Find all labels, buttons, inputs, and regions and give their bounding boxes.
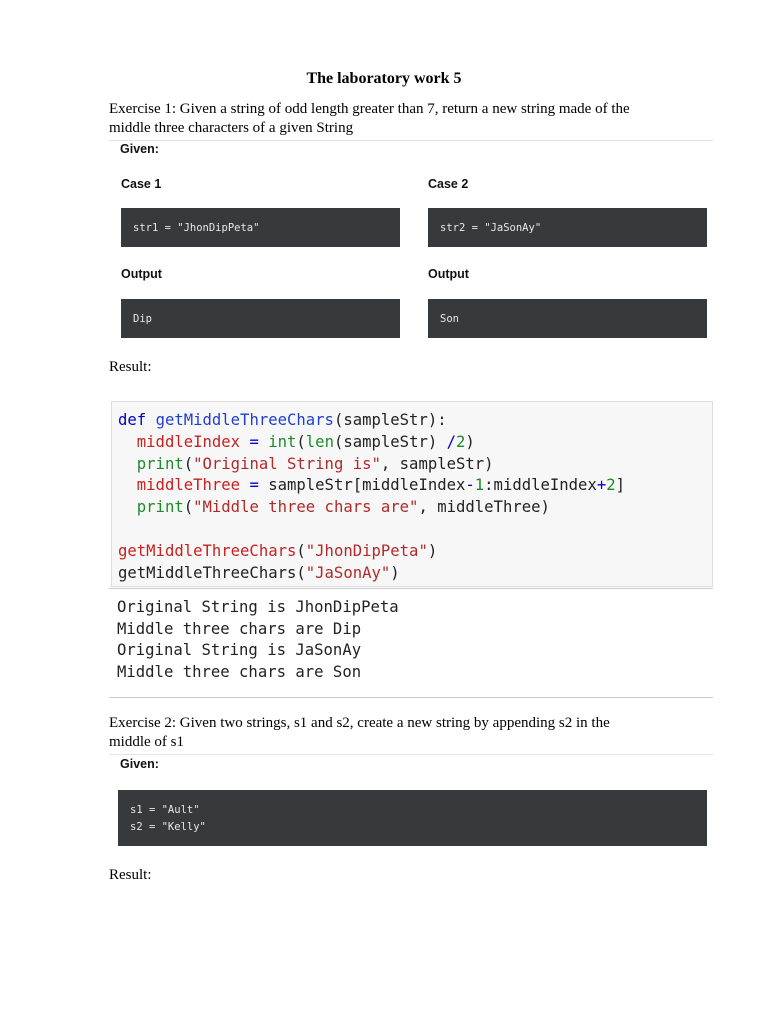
exercise2-given-box: s1 = "Ault" s2 = "Kelly" xyxy=(118,790,707,846)
output-line: Original String is JaSonAy xyxy=(117,641,362,660)
exercise2-given-label: Given: xyxy=(120,757,159,771)
exercise1-text-line2: middle three characters of a given Strin… xyxy=(109,120,354,136)
given-divider xyxy=(109,140,713,141)
exercise1-given-label: Given: xyxy=(120,142,159,156)
output-line: Original String is JhonDipPeta xyxy=(117,598,399,616)
exercise2-text-line2: middle of s1 xyxy=(109,734,184,750)
code-output-divider-top xyxy=(109,588,713,589)
output-divider-bottom xyxy=(109,697,713,698)
program-output: Original String is JhonDipPeta Middle thr… xyxy=(117,597,399,683)
case1-input-box: str1 = "JhonDipPeta" xyxy=(121,208,400,247)
exercise2-description: Exercise 2: Given two strings, s1 and s2… xyxy=(109,714,709,752)
exercise1-text-line1: Exercise 1: Given a string of odd length… xyxy=(109,101,630,117)
given-divider xyxy=(109,754,713,755)
output-line: Middle three chars are Son xyxy=(117,662,362,681)
code-block: def getMiddleThreeChars(sampleStr): midd… xyxy=(118,411,626,582)
given-line-s2: s2 = "Kelly" xyxy=(130,821,206,833)
case2-output-label: Output xyxy=(428,267,469,281)
case2-output-box: Son xyxy=(428,299,707,338)
case1-label: Case 1 xyxy=(121,177,162,191)
given-line-s1: s1 = "Ault" xyxy=(130,804,200,816)
page-title: The laboratory work 5 xyxy=(306,70,462,87)
output-line: Middle three chars are Dip xyxy=(117,619,362,638)
code-cell: def getMiddleThreeChars(sampleStr): midd… xyxy=(111,401,713,587)
exercise1-result-label: Result: xyxy=(109,359,152,375)
exercise2-result-label: Result: xyxy=(109,867,152,883)
exercise2-text-line1: Exercise 2: Given two strings, s1 and s2… xyxy=(109,715,610,731)
case1-output-box: Dip xyxy=(121,299,400,338)
exercise1-description: Exercise 1: Given a string of odd length… xyxy=(109,100,709,138)
case2-input-box: str2 = "JaSonAy" xyxy=(428,208,707,247)
case2-label: Case 2 xyxy=(428,177,469,191)
case1-output-label: Output xyxy=(121,267,162,281)
